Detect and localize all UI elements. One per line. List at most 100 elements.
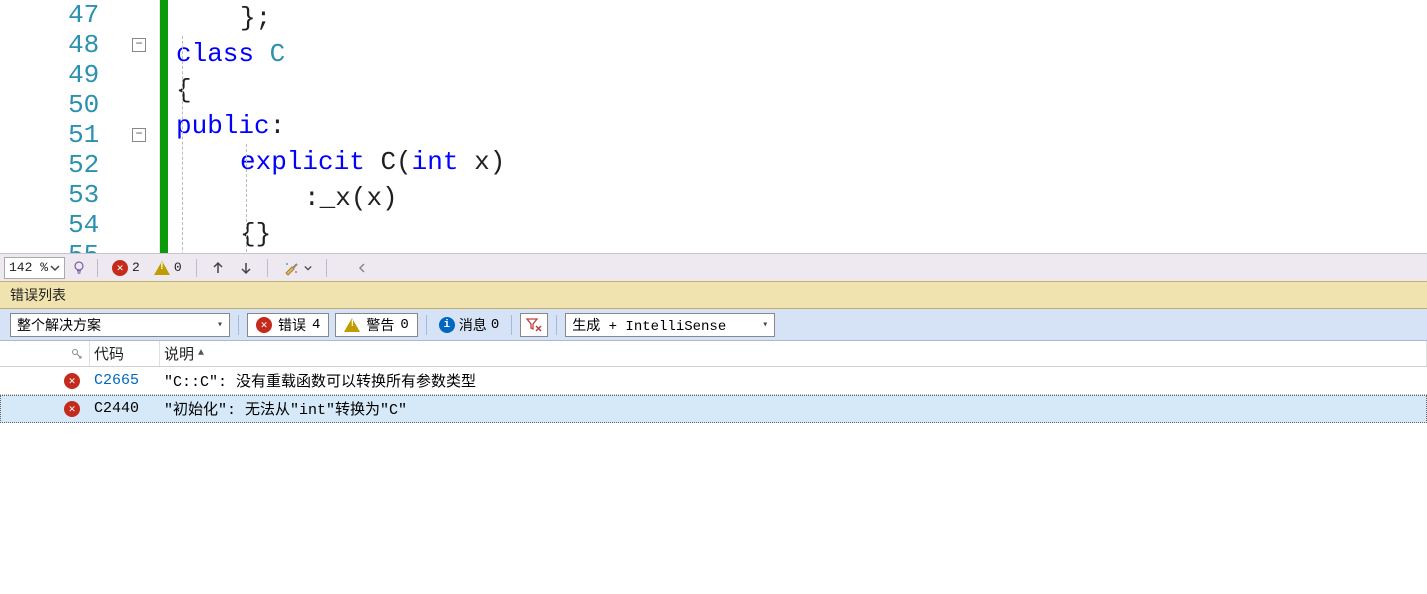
gutter-row: 53 bbox=[0, 180, 159, 210]
code-line[interactable]: { bbox=[168, 72, 1427, 108]
line-number: 48 bbox=[0, 30, 119, 60]
token-kw: int bbox=[412, 147, 474, 177]
code-line[interactable]: }; bbox=[168, 0, 1427, 36]
scroll-left-icon[interactable] bbox=[357, 263, 367, 273]
error-list-panel-title[interactable]: 错误列表 bbox=[0, 281, 1427, 309]
token-punct: : bbox=[270, 111, 286, 141]
code-line[interactable]: public: bbox=[168, 108, 1427, 144]
messages-filter-button[interactable]: i 消息 0 bbox=[435, 314, 503, 336]
error-icon: ✕ bbox=[64, 373, 80, 389]
code-column[interactable]: };class C{public:explicit C(int x):_x(x)… bbox=[168, 0, 1427, 253]
code-editor[interactable]: 4748−495051−525354555657 };class C{publi… bbox=[0, 0, 1427, 253]
next-issue-button[interactable] bbox=[235, 257, 257, 279]
gutter: 4748−495051−525354555657 bbox=[0, 0, 160, 253]
fold-toggle[interactable]: − bbox=[132, 38, 146, 52]
code-line[interactable]: explicit C(int x) bbox=[168, 144, 1427, 180]
warnings-filter-count: 0 bbox=[400, 317, 408, 333]
line-number: 50 bbox=[0, 90, 119, 120]
code-line[interactable] bbox=[168, 252, 1427, 253]
editor-statusbar: 142 % ✕ 2 0 bbox=[0, 253, 1427, 281]
messages-filter-label: 消息 bbox=[459, 315, 487, 335]
token-nm: C bbox=[380, 147, 396, 177]
separator bbox=[511, 315, 512, 335]
source-dropdown[interactable]: 生成 + IntelliSense ▾ bbox=[565, 313, 775, 337]
token-kw: public bbox=[176, 111, 270, 141]
separator bbox=[238, 315, 239, 335]
row-desc-cell: "C::C": 没有重载函数可以转换所有参数类型 bbox=[160, 370, 1427, 391]
info-icon: i bbox=[439, 317, 455, 333]
token-punct: ( bbox=[351, 183, 367, 213]
error-icon: ✕ bbox=[256, 317, 272, 333]
error-list-toolbar: 整个解决方案 ▾ ✕ 错误 4 警告 0 i 消息 0 生成 + Intelli… bbox=[0, 309, 1427, 341]
row-desc-cell: "初始化": 无法从"int"转换为"C" bbox=[160, 398, 1427, 419]
gutter-row: 49 bbox=[0, 60, 159, 90]
line-number: 53 bbox=[0, 180, 119, 210]
errors-filter-button[interactable]: ✕ 错误 4 bbox=[247, 313, 329, 337]
arrow-down-icon bbox=[239, 261, 253, 275]
chevron-down-icon bbox=[304, 264, 312, 272]
row-icon-cell: ✕ bbox=[0, 401, 90, 417]
chevron-down-icon: ▾ bbox=[217, 319, 223, 331]
error-row[interactable]: ✕ C2440"初始化": 无法从"int"转换为"C" bbox=[0, 395, 1427, 423]
fold-area: − bbox=[119, 38, 159, 52]
line-number: 47 bbox=[0, 0, 119, 30]
error-icon: ✕ bbox=[64, 401, 80, 417]
zoom-value: 142 % bbox=[9, 260, 48, 275]
separator bbox=[97, 259, 98, 277]
indent-guide bbox=[246, 144, 247, 252]
column-header-code[interactable]: 代码 bbox=[90, 341, 160, 366]
token-ident: _x bbox=[320, 183, 351, 213]
clear-filter-button[interactable] bbox=[520, 313, 548, 337]
filter-clear-icon bbox=[525, 316, 543, 334]
token-kw: explicit bbox=[240, 147, 380, 177]
code-line[interactable]: :_x(x) bbox=[168, 180, 1427, 216]
column-header-icon[interactable] bbox=[0, 341, 90, 366]
errors-status-button[interactable]: ✕ 2 bbox=[108, 257, 144, 279]
code-line[interactable]: {} bbox=[168, 216, 1427, 252]
row-code-cell: C2440 bbox=[90, 400, 160, 417]
token-punct: { bbox=[176, 75, 192, 105]
line-number: 51 bbox=[0, 120, 119, 150]
separator bbox=[426, 315, 427, 335]
code-line[interactable]: class C bbox=[168, 36, 1427, 72]
row-code-cell[interactable]: C2665 bbox=[90, 372, 160, 389]
token-punct: ) bbox=[382, 183, 398, 213]
token-type: C bbox=[270, 39, 286, 69]
line-number: 55 bbox=[0, 240, 119, 253]
source-label: 生成 + IntelliSense bbox=[572, 315, 756, 335]
line-number: 49 bbox=[0, 60, 119, 90]
key-icon bbox=[71, 348, 83, 360]
warning-icon bbox=[344, 318, 360, 332]
token-punct: ) bbox=[490, 147, 506, 177]
line-number: 54 bbox=[0, 210, 119, 240]
error-list-table[interactable]: 代码 说明 ▲ ✕C2665"C::C": 没有重载函数可以转换所有参数类型✕C… bbox=[0, 341, 1427, 594]
broom-icon bbox=[282, 259, 300, 277]
chevron-down-icon: ▾ bbox=[762, 319, 768, 331]
gutter-row: 50 bbox=[0, 90, 159, 120]
arrow-up-icon bbox=[211, 261, 225, 275]
token-punct: ( bbox=[396, 147, 412, 177]
gutter-row: 47 bbox=[0, 0, 159, 30]
line-number: 52 bbox=[0, 150, 119, 180]
zoom-dropdown[interactable]: 142 % bbox=[4, 257, 65, 279]
separator bbox=[267, 259, 268, 277]
panel-title-text: 错误列表 bbox=[10, 285, 66, 305]
lightbulb-icon[interactable] bbox=[71, 260, 87, 276]
prev-issue-button[interactable] bbox=[207, 257, 229, 279]
warnings-status-button[interactable]: 0 bbox=[150, 257, 186, 279]
code-area[interactable]: };class C{public:explicit C(int x):_x(x)… bbox=[160, 0, 1427, 253]
warning-icon bbox=[154, 261, 170, 275]
error-row[interactable]: ✕ C2665"C::C": 没有重载函数可以转换所有参数类型 bbox=[0, 367, 1427, 395]
separator bbox=[196, 259, 197, 277]
column-header-desc[interactable]: 说明 ▲ bbox=[160, 341, 1427, 366]
fold-toggle[interactable]: − bbox=[132, 128, 146, 142]
token-ident: x bbox=[474, 147, 490, 177]
errors-filter-count: 4 bbox=[312, 317, 320, 333]
cleanup-button[interactable] bbox=[278, 257, 316, 279]
token-kw: class bbox=[176, 39, 270, 69]
errors-filter-label: 错误 bbox=[278, 315, 306, 335]
token-punct: : bbox=[304, 183, 320, 213]
token-punct: {} bbox=[240, 219, 271, 249]
scope-dropdown[interactable]: 整个解决方案 ▾ bbox=[10, 313, 230, 337]
warnings-filter-button[interactable]: 警告 0 bbox=[335, 313, 417, 337]
